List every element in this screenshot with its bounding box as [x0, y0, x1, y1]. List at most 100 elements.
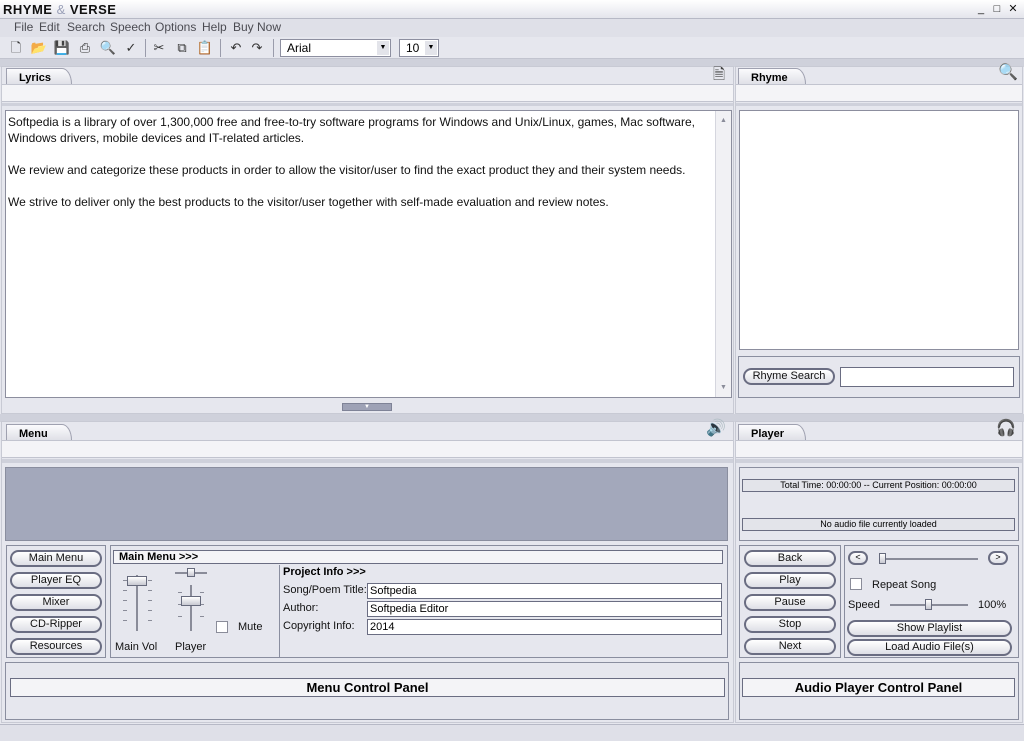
mute-checkbox[interactable]	[216, 621, 228, 633]
copy-icon[interactable]: ⧉	[172, 39, 192, 57]
tick	[123, 620, 127, 621]
menu-control-panel-title: Menu Control Panel	[10, 678, 725, 697]
player-vol-label: Player	[175, 641, 207, 653]
seek-thumb[interactable]	[879, 553, 886, 564]
tab-menu[interactable]: Menu	[6, 424, 72, 440]
mixer-button[interactable]: Mixer	[10, 594, 102, 611]
player-control-panel-title: Audio Player Control Panel	[742, 678, 1015, 697]
font-select[interactable]: Arial ▼	[280, 39, 391, 57]
player-balance-thumb[interactable]	[187, 568, 195, 577]
play-button[interactable]: Play	[744, 572, 836, 589]
pause-button[interactable]: Pause	[744, 594, 836, 611]
speaker-icon[interactable]: 🔊	[706, 418, 726, 438]
title-bar: RHYME & VERSE _ □ ✕	[0, 0, 1024, 19]
chevron-down-icon: ▼	[425, 41, 437, 55]
menu-help[interactable]: Help	[202, 20, 227, 34]
headphones-icon[interactable]: 🎧	[996, 418, 1016, 438]
lyrics-strip	[2, 84, 733, 102]
menu-speech[interactable]: Speech	[110, 20, 151, 34]
redo-icon[interactable]: ↷	[247, 39, 267, 57]
seek-track[interactable]	[882, 558, 978, 560]
print-icon[interactable]: ⎙	[75, 39, 95, 57]
tick	[148, 600, 152, 601]
cut-icon[interactable]: ✂	[149, 39, 169, 57]
speed-thumb[interactable]	[925, 599, 932, 610]
close-button[interactable]: ✕	[1006, 2, 1020, 16]
player-strip	[736, 440, 1022, 458]
tick	[178, 616, 182, 617]
back-button[interactable]: Back	[744, 550, 836, 567]
font-size-select[interactable]: 10 ▼	[399, 39, 439, 57]
status-bar	[0, 724, 1024, 741]
main-menu-button[interactable]: Main Menu	[10, 550, 102, 567]
song-title-label: Song/Poem Title:	[283, 584, 367, 596]
lyrics-text[interactable]: Softpedia is a library of over 1,300,000…	[8, 114, 708, 226]
print-preview-icon[interactable]: 🔍	[98, 39, 118, 57]
lyrics-editor[interactable]: Softpedia is a library of over 1,300,000…	[5, 110, 732, 398]
expand-handle[interactable]: ▼	[342, 403, 392, 411]
load-audio-button[interactable]: Load Audio File(s)	[847, 639, 1012, 656]
minimize-button[interactable]: _	[974, 2, 988, 16]
toolbar-separator	[220, 39, 221, 57]
tab-player[interactable]: Player	[738, 424, 806, 440]
tick	[148, 590, 152, 591]
mute-label: Mute	[238, 621, 263, 633]
player-status: No audio file currently loaded	[742, 518, 1015, 531]
cd-ripper-button[interactable]: CD-Ripper	[10, 616, 102, 633]
rhyme-results[interactable]	[739, 110, 1019, 350]
author-input[interactable]: Softpedia Editor	[367, 601, 722, 617]
tab-lyrics[interactable]: Lyrics	[6, 68, 72, 84]
menu-edit[interactable]: Edit	[39, 20, 60, 34]
player-eq-button[interactable]: Player EQ	[10, 572, 102, 589]
main-menu-header: Main Menu >>>	[113, 550, 723, 564]
next-button[interactable]: Next	[744, 638, 836, 655]
copyright-input[interactable]: 2014	[367, 619, 722, 635]
song-title-input[interactable]: Softpedia	[367, 583, 722, 599]
seek-back-button[interactable]: <	[848, 551, 868, 565]
speed-label: Speed	[848, 599, 880, 611]
seek-forward-button[interactable]: >	[988, 551, 1008, 565]
menu-search[interactable]: Search	[67, 20, 105, 34]
menu-file[interactable]: File	[14, 20, 33, 34]
rhyme-search-button[interactable]: Rhyme Search	[743, 368, 835, 385]
app-title: RHYME & VERSE	[3, 2, 116, 17]
author-label: Author:	[283, 602, 319, 614]
rhyme-search-input[interactable]	[840, 367, 1014, 387]
resources-button[interactable]: Resources	[10, 638, 102, 655]
save-icon[interactable]: 💾	[52, 39, 72, 57]
scroll-up-icon[interactable]: ▲	[718, 115, 729, 126]
show-playlist-button[interactable]: Show Playlist	[847, 620, 1012, 637]
menu-buy-now[interactable]: Buy Now	[233, 20, 281, 34]
search-icon[interactable]: 🔍	[998, 62, 1018, 82]
stop-button[interactable]: Stop	[744, 616, 836, 633]
tick	[178, 592, 182, 593]
rhyme-strip	[736, 84, 1022, 102]
new-icon[interactable]: 🗋	[6, 39, 26, 57]
tick	[148, 620, 152, 621]
chevron-down-icon: ▼	[377, 41, 389, 55]
undo-icon[interactable]: ↶	[226, 39, 246, 57]
repeat-song-checkbox[interactable]	[850, 578, 862, 590]
menu-options[interactable]: Options	[155, 20, 196, 34]
maximize-button[interactable]: □	[990, 2, 1004, 16]
toolbar-separator	[273, 39, 274, 57]
spellcheck-icon[interactable]: ✓	[121, 39, 141, 57]
open-icon[interactable]: 📂	[29, 39, 49, 57]
main-vol-label: Main Vol	[115, 641, 158, 653]
paste-icon[interactable]: 📋	[195, 39, 215, 57]
divider	[736, 459, 1022, 463]
tick	[200, 592, 204, 593]
lyrics-scrollbar[interactable]: ▲ ▼	[715, 111, 731, 397]
player-vol-slider-thumb[interactable]	[181, 596, 201, 606]
copyright-label: Copyright Info:	[283, 620, 355, 632]
player-vol-track[interactable]	[190, 585, 192, 631]
toolbar-separator	[145, 39, 146, 57]
tick	[123, 600, 127, 601]
main-vol-slider-thumb[interactable]	[127, 576, 147, 586]
tick	[123, 590, 127, 591]
speed-value: 100%	[978, 599, 1007, 611]
scroll-down-icon[interactable]: ▼	[718, 382, 729, 393]
time-readout: Total Time: 00:00:00 -- Current Position…	[742, 479, 1015, 492]
tick	[123, 610, 127, 611]
tab-rhyme[interactable]: Rhyme	[738, 68, 806, 84]
